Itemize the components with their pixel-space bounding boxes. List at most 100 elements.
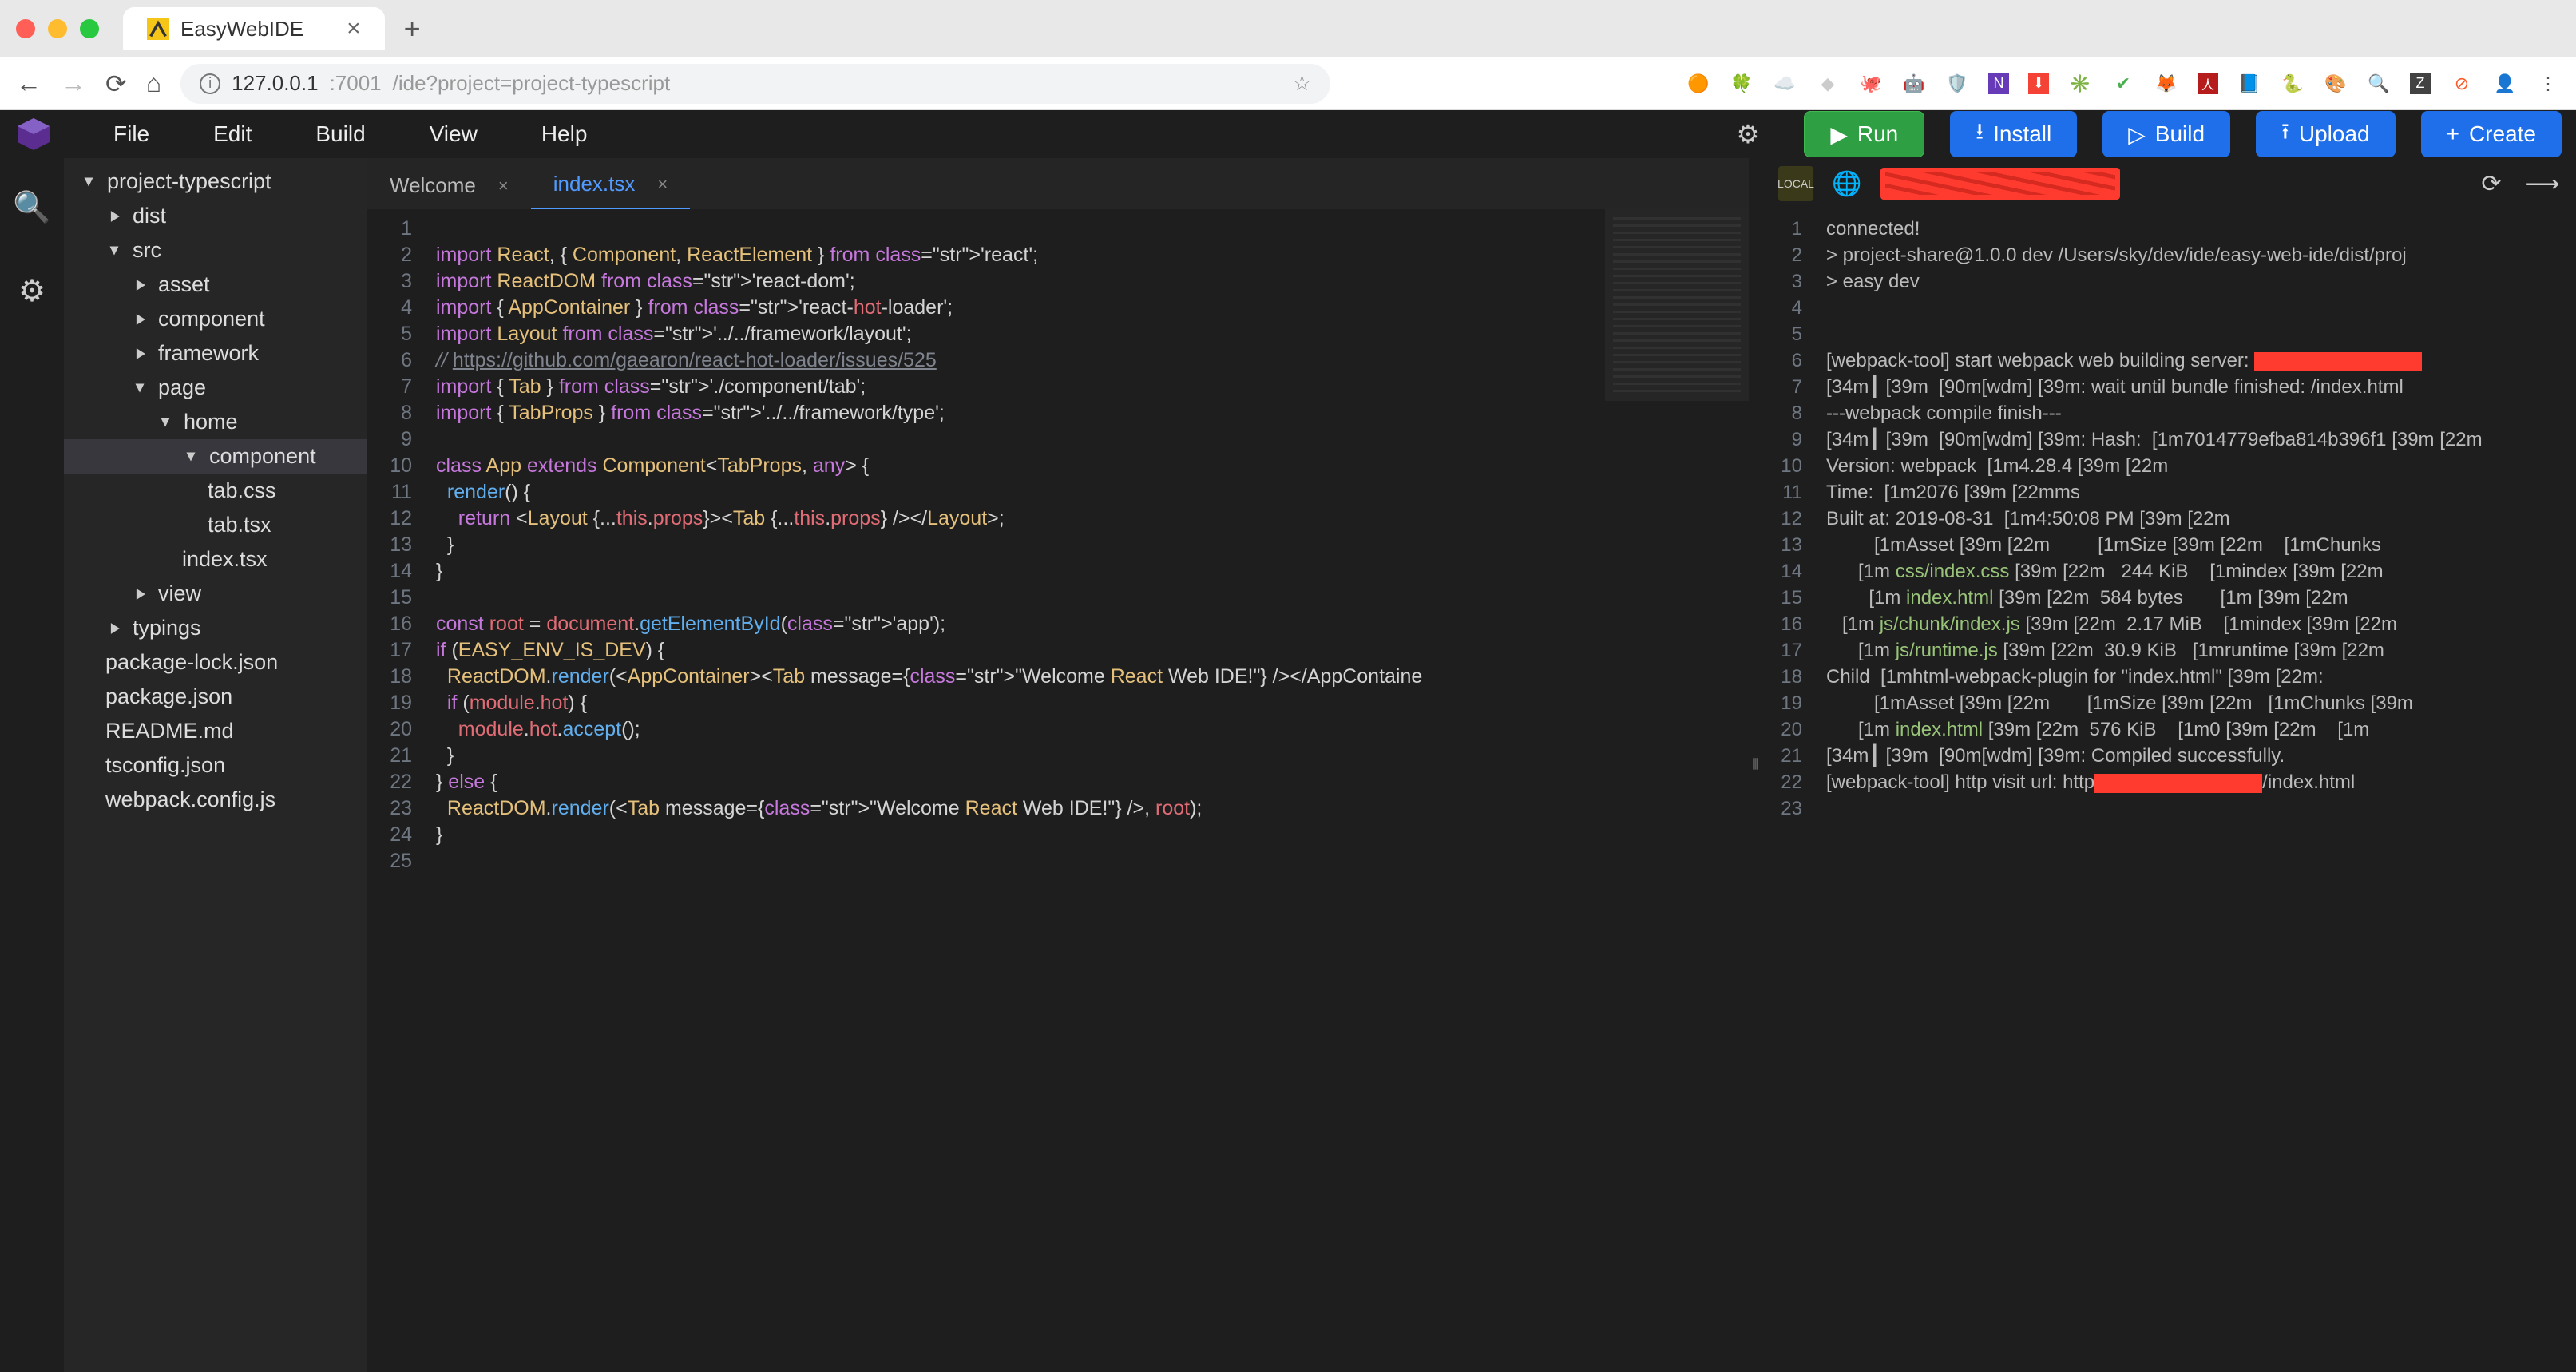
reload-button[interactable]: ⟳ bbox=[105, 69, 127, 99]
folder-node[interactable]: src bbox=[64, 233, 367, 268]
build-button[interactable]: ▷ Build bbox=[2102, 111, 2230, 157]
folder-node[interactable]: component bbox=[64, 439, 367, 474]
play-icon: ▶ bbox=[1830, 121, 1848, 148]
file-node[interactable]: package.json bbox=[64, 680, 367, 714]
ide-main: 🔍 ⚙ project-typescriptdistsrcassetcompon… bbox=[0, 158, 2576, 1372]
editor-tab-index[interactable]: index.tsx × bbox=[531, 161, 690, 209]
file-node[interactable]: webpack.config.js bbox=[64, 783, 367, 817]
play-icon: ▷ bbox=[2128, 121, 2146, 148]
folder-node[interactable]: asset bbox=[64, 268, 367, 302]
folder-node[interactable]: component bbox=[64, 302, 367, 336]
settings-gear-icon[interactable]: ⚙ bbox=[1737, 119, 1760, 149]
output-panel: LOCAL 🌐 ⟳ ⟶ 1234567891011121314151617181… bbox=[1762, 158, 2576, 1372]
ext-icon[interactable]: ☁️ bbox=[1773, 72, 1797, 96]
window-maximize-button[interactable] bbox=[80, 19, 99, 38]
file-node[interactable]: tsconfig.json bbox=[64, 748, 367, 783]
browser-menu-icon[interactable]: ⋮ bbox=[2536, 72, 2560, 96]
folder-node[interactable]: project-typescript bbox=[64, 165, 367, 199]
ext-icon[interactable]: 🐙 bbox=[1859, 72, 1883, 96]
ext-icon[interactable]: 🐍 bbox=[2281, 72, 2305, 96]
folder-node[interactable]: home bbox=[64, 405, 367, 439]
tab-favicon-icon bbox=[147, 18, 169, 40]
ext-icon[interactable]: 🛡️ bbox=[1945, 72, 1969, 96]
back-button[interactable]: ← bbox=[16, 69, 42, 98]
ext-icon[interactable]: 📘 bbox=[2237, 72, 2261, 96]
ext-icon[interactable]: 🍀 bbox=[1730, 72, 1754, 96]
minimap[interactable] bbox=[1605, 209, 1749, 401]
extension-icons: 🟠 🍀 ☁️ ◆ 🐙 🤖 🛡️ N ⬇ ✳️ ✔ 🦊 人 📘 🐍 🎨 🔍 Z ⊘… bbox=[1686, 72, 2560, 96]
url-port: :7001 bbox=[330, 71, 382, 96]
pane-splitter[interactable]: ⫼ bbox=[1749, 158, 1762, 1372]
search-icon[interactable]: 🔍 bbox=[13, 190, 50, 225]
code-lines[interactable]: import React, { Component, ReactElement … bbox=[423, 209, 1749, 1372]
file-node[interactable]: index.tsx bbox=[64, 542, 367, 577]
run-button[interactable]: ▶ Run bbox=[1804, 111, 1924, 157]
bookmark-star-icon[interactable]: ☆ bbox=[1293, 71, 1311, 96]
window-close-button[interactable] bbox=[16, 19, 35, 38]
url-path: /ide?project=project-typescript bbox=[393, 71, 671, 96]
refresh-icon[interactable]: ⟳ bbox=[2474, 166, 2509, 201]
code-area[interactable]: 1234567891011121314151617181920212223242… bbox=[367, 209, 1749, 1372]
menu-view[interactable]: View bbox=[398, 121, 509, 147]
folder-node[interactable]: dist bbox=[64, 199, 367, 233]
ext-icon[interactable]: 🎨 bbox=[2324, 72, 2348, 96]
ext-icon[interactable]: 🤖 bbox=[1902, 72, 1926, 96]
ext-icon[interactable]: N bbox=[1988, 73, 2009, 94]
ext-icon[interactable]: 🦊 bbox=[2154, 72, 2178, 96]
home-button[interactable]: ⌂ bbox=[146, 69, 161, 98]
tab-title: EasyWebIDE bbox=[180, 17, 303, 42]
menu-file[interactable]: File bbox=[81, 121, 181, 147]
local-preview-icon[interactable]: LOCAL bbox=[1778, 166, 1813, 201]
plus-icon: + bbox=[2447, 121, 2459, 147]
menu-build[interactable]: Build bbox=[283, 121, 397, 147]
ext-icon[interactable]: ⊘ bbox=[2450, 72, 2474, 96]
create-label: Create bbox=[2469, 121, 2536, 147]
folder-node[interactable]: typings bbox=[64, 611, 367, 645]
create-button[interactable]: + Create bbox=[2421, 111, 2562, 157]
install-button[interactable]: ⭳Install bbox=[1950, 111, 2077, 157]
folder-node[interactable]: view bbox=[64, 577, 367, 611]
tab-close-icon[interactable]: × bbox=[347, 15, 361, 42]
menu-edit[interactable]: Edit bbox=[181, 121, 283, 147]
ext-icon[interactable]: ⬇ bbox=[2028, 73, 2049, 94]
file-node[interactable]: tab.css bbox=[64, 474, 367, 508]
profile-avatar-icon[interactable]: 👤 bbox=[2493, 72, 2517, 96]
ide-logo-icon bbox=[14, 115, 53, 153]
ide-menubar: File Edit Build View Help ⚙ ▶ Run ⭳Instal… bbox=[0, 110, 2576, 158]
ext-icon[interactable]: ✳️ bbox=[2068, 72, 2092, 96]
menu-help[interactable]: Help bbox=[509, 121, 620, 147]
forward-button[interactable]: → bbox=[61, 69, 86, 98]
ext-icon[interactable]: Z bbox=[2410, 73, 2431, 94]
ext-icon[interactable]: 人 bbox=[2198, 73, 2218, 94]
terminal[interactable]: 1234567891011121314151617181920212223 co… bbox=[1762, 209, 2576, 1372]
output-toolbar: LOCAL 🌐 ⟳ ⟶ bbox=[1762, 158, 2576, 209]
download-icon: ⭳ bbox=[1976, 115, 1984, 153]
ext-icon[interactable]: 🔍 bbox=[2367, 72, 2391, 96]
build-label: Build bbox=[2155, 121, 2205, 147]
window-minimize-button[interactable] bbox=[48, 19, 67, 38]
file-node[interactable]: package-lock.json bbox=[64, 645, 367, 680]
upload-icon: ⭱ bbox=[2281, 115, 2289, 153]
upload-label: Upload bbox=[2299, 121, 2370, 147]
browser-tab[interactable]: EasyWebIDE × bbox=[123, 7, 385, 50]
address-bar[interactable]: i 127.0.0.1:7001/ide?project=project-typ… bbox=[180, 64, 1330, 104]
run-label: Run bbox=[1857, 121, 1898, 147]
settings-icon[interactable]: ⚙ bbox=[18, 273, 46, 309]
open-external-icon[interactable]: ⟶ bbox=[2525, 166, 2560, 201]
file-node[interactable]: tab.tsx bbox=[64, 508, 367, 542]
upload-button[interactable]: ⭱ Upload bbox=[2256, 111, 2396, 157]
site-info-icon[interactable]: i bbox=[200, 73, 220, 94]
tab-close-icon[interactable]: × bbox=[657, 174, 668, 195]
ext-icon[interactable]: 🟠 bbox=[1686, 72, 1710, 96]
file-node[interactable]: README.md bbox=[64, 714, 367, 748]
tab-close-icon[interactable]: × bbox=[498, 176, 509, 196]
ext-icon[interactable]: ✔ bbox=[2111, 72, 2135, 96]
folder-node[interactable]: framework bbox=[64, 336, 367, 371]
new-tab-button[interactable]: + bbox=[404, 12, 421, 46]
file-explorer[interactable]: project-typescriptdistsrcassetcomponentf… bbox=[64, 158, 367, 1372]
editor-tabs: Welcome × index.tsx × bbox=[367, 158, 1749, 209]
folder-node[interactable]: page bbox=[64, 371, 367, 405]
editor-tab-welcome[interactable]: Welcome × bbox=[367, 162, 531, 209]
globe-icon[interactable]: 🌐 bbox=[1829, 166, 1865, 201]
ext-icon[interactable]: ◆ bbox=[1816, 72, 1840, 96]
